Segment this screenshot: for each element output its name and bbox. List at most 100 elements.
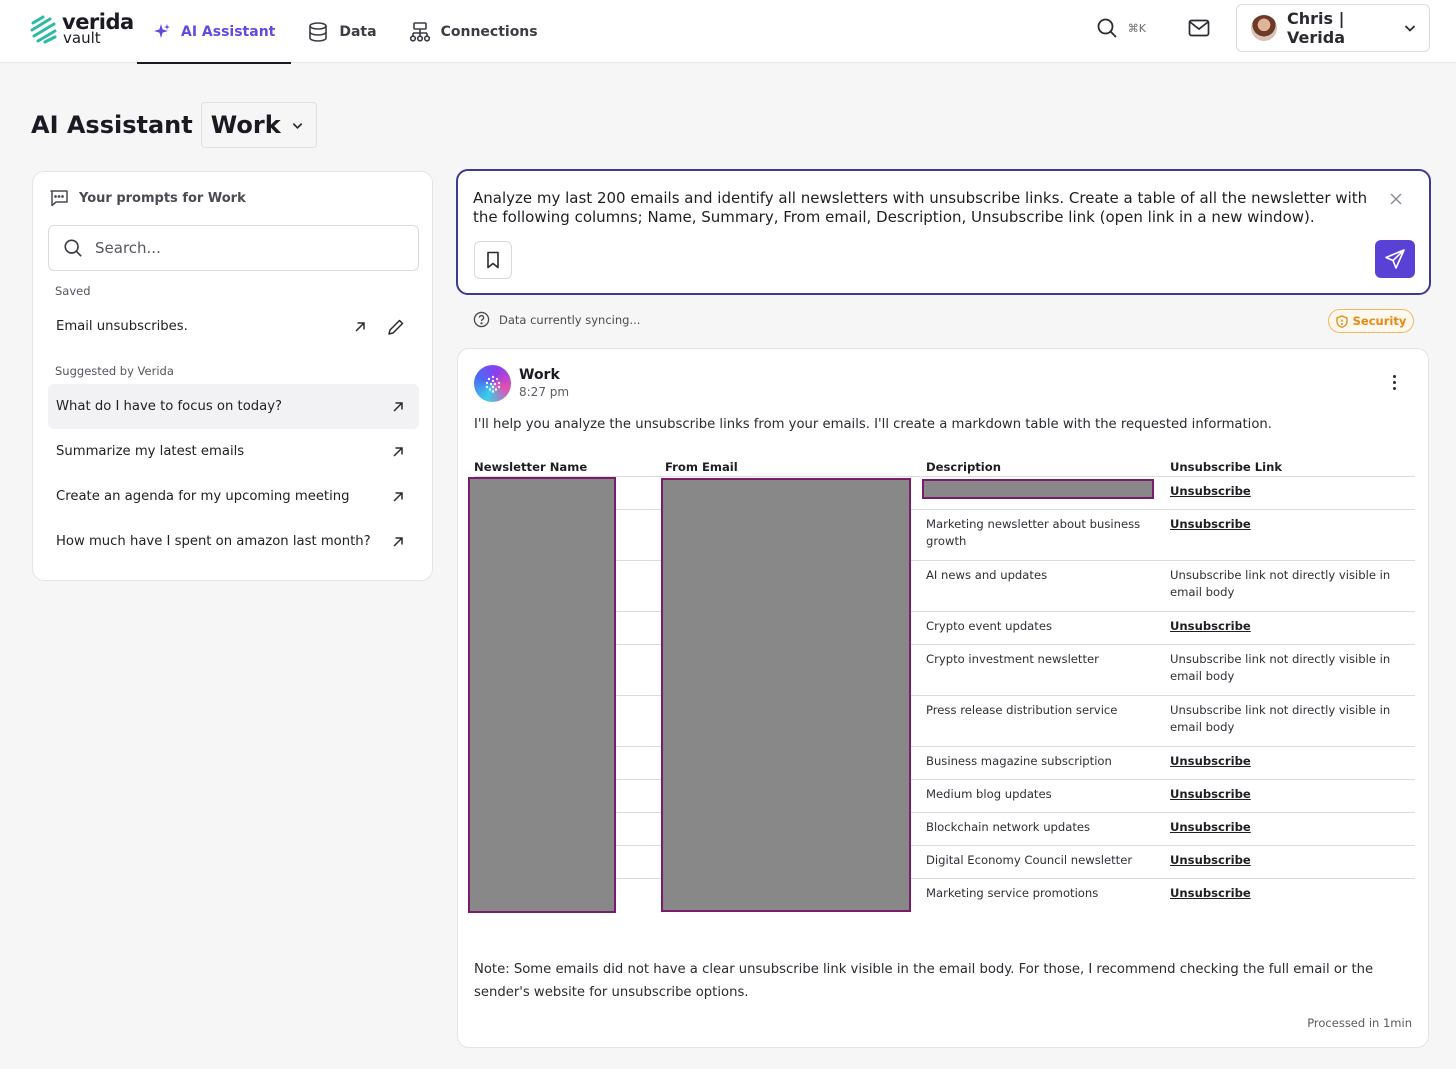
query-text[interactable]: Analyze my last 200 emails and identify … — [473, 189, 1373, 227]
col-from-email: From Email — [665, 460, 738, 474]
table-cell-unsubscribe: Unsubscribe link not directly visible in… — [1170, 568, 1391, 599]
unsubscribe-link[interactable]: Unsubscribe — [1170, 483, 1405, 500]
prompt-search — [48, 225, 419, 271]
table-cell-description: AI news and updates — [926, 568, 1048, 582]
verida-vault-logo[interactable]: verida vault — [30, 12, 134, 46]
redacted-from-emails — [661, 478, 911, 912]
verida-logo-icon — [30, 15, 57, 44]
workspace-select[interactable]: Work — [200, 102, 317, 148]
more-options-button[interactable] — [1393, 375, 1396, 390]
suggested-prompt-item[interactable]: Summarize my latest emails — [48, 429, 419, 474]
prompts-heading: Your prompts for Work — [79, 190, 246, 206]
shield-icon — [1335, 314, 1348, 328]
unsubscribe-link[interactable]: Unsubscribe — [1170, 852, 1405, 869]
pencil-icon — [388, 319, 404, 335]
table-cell-description: Press release distribution service — [926, 703, 1118, 717]
avatar — [1251, 15, 1277, 41]
chevron-down-icon — [292, 122, 302, 129]
unsubscribe-link[interactable]: Unsubscribe — [1170, 885, 1405, 902]
prompt-label: How much have I spent on amazon last mon… — [56, 534, 371, 549]
suggested-prompt-item[interactable]: How much have I spent on amazon last mon… — [48, 519, 419, 564]
table-cell-description: Business magazine subscription — [926, 754, 1112, 768]
response-author: Work — [519, 367, 560, 383]
prompt-label: Create an agenda for my upcoming meeting — [56, 489, 350, 504]
edit-prompt-button[interactable] — [387, 318, 405, 336]
sync-status: Data currently syncing... — [473, 311, 640, 328]
open-prompt-button[interactable] — [353, 320, 367, 334]
table-cell-description: Medium blog updates — [926, 787, 1052, 801]
cube-icon — [485, 375, 500, 393]
response-time: 8:27 pm — [519, 385, 570, 399]
unsubscribe-link[interactable]: Unsubscribe — [1170, 618, 1405, 635]
suggested-label: Suggested by Verida — [55, 364, 174, 378]
chat-icon — [50, 190, 68, 207]
query-box[interactable]: Analyze my last 200 emails and identify … — [456, 169, 1431, 295]
main-nav: AI Assistant Data Connections — [137, 0, 554, 64]
arrow-up-right-icon — [355, 321, 365, 332]
nav-connections[interactable]: Connections — [393, 0, 554, 63]
table-cell-description: Digital Economy Council newsletter — [926, 853, 1133, 867]
nav-label: Connections — [440, 23, 538, 40]
help-circle-icon — [473, 311, 490, 328]
send-icon — [1385, 249, 1405, 269]
suggested-prompt-item[interactable]: Create an agenda for my upcoming meeting — [48, 474, 419, 519]
bookmark-icon — [487, 251, 499, 269]
close-icon — [1390, 193, 1402, 205]
nav-label: AI Assistant — [181, 23, 276, 40]
table-cell-description: Blockchain network updates — [926, 820, 1091, 834]
prompt-label: Email unsubscribes. — [56, 319, 188, 334]
global-search-button[interactable]: ⌘K — [1096, 17, 1146, 39]
user-name: Chris | Verida — [1287, 9, 1345, 47]
saved-prompt-item[interactable]: Email unsubscribes. — [48, 304, 419, 349]
inbox-button[interactable] — [1188, 19, 1210, 37]
table-cell-description: Marketing service promotions — [926, 886, 1099, 900]
send-button[interactable] — [1375, 240, 1415, 278]
response-intro: I'll help you analyze the unsubscribe li… — [474, 417, 1272, 432]
chevron-down-icon — [1404, 25, 1416, 32]
nav-data[interactable]: Data — [291, 0, 392, 63]
table-cell-description: Crypto event updates — [926, 619, 1053, 633]
arrow-up-right-icon — [393, 446, 403, 457]
unsubscribe-link[interactable]: Unsubscribe — [1170, 516, 1405, 533]
database-icon — [309, 21, 328, 42]
sync-text: Data currently syncing... — [499, 312, 641, 327]
nav-label: Data — [339, 23, 377, 40]
arrow-up-right-icon — [393, 536, 403, 547]
search-icon — [1097, 18, 1117, 38]
redacted-description — [922, 479, 1154, 499]
table-cell-description: Crypto investment newsletter — [926, 652, 1099, 666]
security-label: Security — [1352, 314, 1407, 328]
suggested-prompt-item[interactable]: What do I have to focus on today? — [48, 384, 419, 429]
save-prompt-button[interactable] — [474, 241, 512, 279]
col-newsletter-name: Newsletter Name — [474, 460, 588, 474]
response-note: Note: Some emails did not have a clear u… — [474, 962, 1374, 1000]
col-description: Description — [926, 460, 1001, 474]
mail-icon — [1188, 19, 1210, 37]
col-unsubscribe-link: Unsubscribe Link — [1170, 460, 1283, 474]
clear-query-button[interactable] — [1390, 193, 1402, 205]
top-bar: verida vault AI Assistant Data Connectio… — [0, 0, 1456, 64]
saved-label: Saved — [55, 284, 91, 298]
search-shortcut: ⌘K — [1127, 21, 1146, 35]
unsubscribe-link[interactable]: Unsubscribe — [1170, 819, 1405, 836]
unsubscribe-link[interactable]: Unsubscribe — [1170, 786, 1405, 803]
table-cell-unsubscribe: Unsubscribe link not directly visible in… — [1170, 703, 1391, 734]
arrow-up-right-icon — [393, 401, 403, 412]
prompt-search-input[interactable] — [95, 239, 375, 257]
redacted-newsletter-names — [468, 477, 616, 913]
response-card: Work 8:27 pm I'll help you analyze the u… — [457, 348, 1429, 1048]
assistant-avatar — [474, 365, 511, 402]
sparkle-icon — [154, 23, 170, 38]
user-menu[interactable]: Chris | Verida — [1236, 4, 1430, 52]
table-cell-unsubscribe: Unsubscribe link not directly visible in… — [1170, 652, 1391, 683]
prompt-label: What do I have to focus on today? — [56, 399, 283, 414]
nav-ai-assistant[interactable]: AI Assistant — [137, 0, 292, 64]
arrow-up-right-icon — [393, 491, 403, 502]
prompt-label: Summarize my latest emails — [56, 444, 245, 459]
connections-icon — [409, 21, 430, 42]
table-cell-description: Marketing newsletter about business grow… — [926, 517, 1141, 548]
page-title: AI Assistant — [31, 111, 193, 139]
unsubscribe-link[interactable]: Unsubscribe — [1170, 753, 1405, 770]
workspace-label: Work — [210, 111, 281, 139]
security-badge[interactable]: Security — [1328, 309, 1414, 333]
